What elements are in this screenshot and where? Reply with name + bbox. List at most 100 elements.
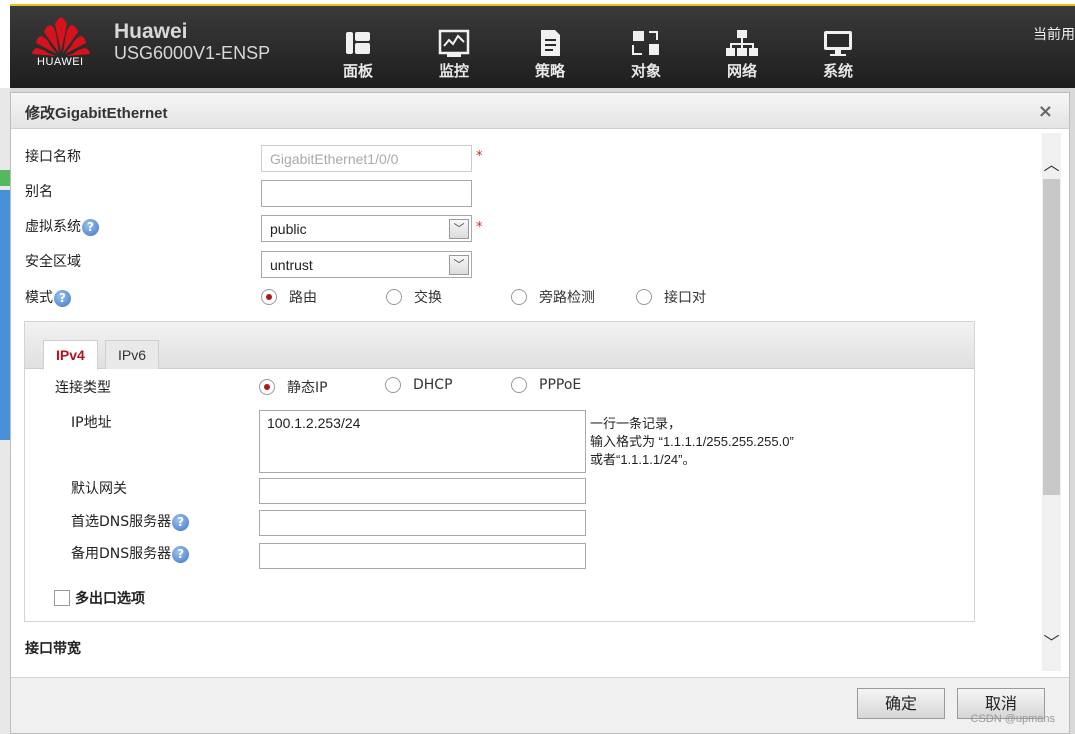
nav-dashboard[interactable]: 面板 (310, 28, 406, 81)
nav-label: 对象 (630, 62, 661, 80)
hint-line: 或者“1.1.1.1/24”。 (590, 452, 696, 467)
dns1-label-text: 首选DNS服务器 (71, 514, 172, 530)
main-nav: 面板 监控 策略 对象 网络 系统 (310, 28, 886, 81)
conn-radio-dhcp[interactable]: DHCP (385, 377, 453, 393)
ip-format-hint: 一行一条记录， 输入格式为 “1.1.1.1/255.255.255.0” 或者… (590, 415, 794, 469)
edit-interface-dialog: 修改GigabitEthernet × 接口名称 GigabitEthernet… (10, 92, 1070, 734)
ip-address-textarea[interactable]: 100.1.2.253/24 (259, 410, 586, 473)
tab-bar: IPv4 IPv6 (25, 322, 974, 370)
ok-button[interactable]: 确定 (857, 688, 945, 719)
radio-label: 接口对 (664, 290, 706, 306)
required-mark: * (476, 220, 483, 235)
chevron-up-icon[interactable]: ︿ (1042, 151, 1061, 175)
dialog-title: 修改GigabitEthernet (25, 105, 168, 122)
zone-select[interactable]: untrust ﹀ (261, 251, 472, 278)
top-header: HUAWEI Huawei USG6000V1-ENSP 面板 监控 策略 对象 (0, 0, 1075, 88)
radio-label: 旁路检测 (539, 290, 595, 306)
network-icon (726, 30, 758, 56)
radio-icon (385, 377, 401, 393)
dialog-footer: 确定 取消 CSDN @upmans (11, 677, 1069, 733)
zone-value: untrust (270, 257, 313, 273)
close-icon[interactable]: × (1038, 101, 1053, 122)
tab-ipv6[interactable]: IPv6 (105, 340, 160, 369)
ip-address-label: IP地址 (71, 415, 112, 431)
radio-label: DHCP (413, 377, 453, 393)
policy-icon (541, 30, 560, 56)
conn-radio-pppoe[interactable]: PPPoE (511, 377, 581, 393)
dns1-label: 首选DNS服务器? (71, 511, 190, 531)
mode-radio-bypass[interactable]: 旁路检测 (511, 287, 595, 307)
radio-icon (636, 289, 652, 305)
nav-object[interactable]: 对象 (598, 28, 694, 81)
radio-icon (511, 377, 527, 393)
radio-label: 路由 (289, 290, 317, 306)
mode-radio-switch[interactable]: 交换 (386, 287, 442, 307)
dashboard-icon (346, 32, 370, 54)
monitor-icon (438, 29, 470, 57)
checkbox-label: 多出口选项 (75, 591, 145, 607)
system-icon (824, 31, 852, 56)
background-fragment (0, 170, 10, 186)
help-icon[interactable]: ? (172, 513, 190, 531)
vsys-label-text: 虚拟系统 (25, 219, 81, 235)
chevron-down-icon[interactable]: ﹀ (449, 219, 469, 239)
vsys-select[interactable]: public ﹀ (261, 215, 472, 242)
radio-label: 交换 (414, 290, 442, 306)
scroll-thumb[interactable] (1043, 179, 1060, 495)
nav-label: 面板 (342, 62, 373, 80)
hint-line: 输入格式为 “1.1.1.1/255.255.255.0” (590, 434, 794, 449)
current-user-label: 当前用 (1033, 27, 1075, 43)
dns1-input[interactable] (259, 510, 586, 536)
multi-exit-checkbox[interactable]: 多出口选项 (54, 588, 145, 608)
checkbox-icon (54, 590, 70, 606)
dialog-header: 修改GigabitEthernet × (11, 93, 1069, 129)
radio-label: 静态IP (287, 380, 328, 396)
tab-ipv4[interactable]: IPv4 (43, 340, 98, 370)
dialog-body: 接口名称 GigabitEthernet1/0/0 * 别名 虚拟系统? pub… (11, 130, 1051, 675)
help-icon[interactable]: ? (54, 289, 71, 307)
mode-radio-route[interactable]: 路由 (261, 287, 317, 307)
device-model: USG6000V1-ENSP (114, 43, 271, 63)
nav-label: 网络 (726, 62, 757, 80)
conn-radio-static[interactable]: 静态IP (259, 377, 328, 397)
nav-label: 监控 (438, 62, 469, 80)
help-icon[interactable]: ? (172, 545, 190, 563)
chevron-down-icon[interactable]: ﹀ (449, 255, 469, 275)
header-bar: HUAWEI Huawei USG6000V1-ENSP 面板 监控 策略 对象 (10, 4, 1075, 88)
connection-type-label: 连接类型 (55, 380, 111, 396)
radio-icon (511, 289, 527, 305)
hint-line: 一行一条记录， (590, 416, 682, 431)
nav-network[interactable]: 网络 (694, 28, 790, 81)
radio-checked-icon (261, 289, 277, 305)
radio-checked-icon (259, 379, 275, 395)
vsys-value: public (270, 221, 307, 237)
brand: Huawei USG6000V1-ENSP (114, 20, 270, 64)
nav-monitor[interactable]: 监控 (406, 28, 502, 81)
alias-input[interactable] (261, 180, 472, 207)
interface-name-label: 接口名称 (25, 149, 81, 165)
object-icon (632, 31, 659, 55)
nav-system[interactable]: 系统 (790, 28, 886, 81)
dns2-label-text: 备用DNS服务器 (71, 546, 172, 562)
brand-name: Huawei (114, 20, 188, 43)
ip-settings-panel: IPv4 IPv6 连接类型 静态IP DHCP PPPoE IP地址 100.… (24, 321, 975, 622)
radio-label: PPPoE (539, 377, 582, 393)
gateway-input[interactable] (259, 478, 586, 504)
nav-policy[interactable]: 策略 (502, 28, 598, 81)
chevron-down-icon[interactable]: ﹀ (1042, 629, 1061, 653)
mode-radio-interface-pair[interactable]: 接口对 (636, 287, 706, 307)
background-fragment (0, 190, 10, 440)
interface-name-field: GigabitEthernet1/0/0 (261, 145, 472, 172)
radio-icon (386, 289, 402, 305)
zone-label: 安全区域 (25, 254, 81, 270)
dns2-input[interactable] (259, 543, 586, 569)
mode-label: 模式? (25, 287, 71, 307)
alias-label: 别名 (25, 184, 53, 200)
mode-label-text: 模式 (25, 290, 53, 306)
help-icon[interactable]: ? (82, 218, 99, 236)
nav-label: 系统 (822, 62, 853, 80)
vertical-scrollbar[interactable]: ︿ ﹀ (1042, 133, 1061, 671)
logo-text: HUAWEI (37, 56, 84, 68)
bandwidth-section-title: 接口带宽 (25, 641, 81, 657)
nav-label: 策略 (534, 62, 565, 80)
